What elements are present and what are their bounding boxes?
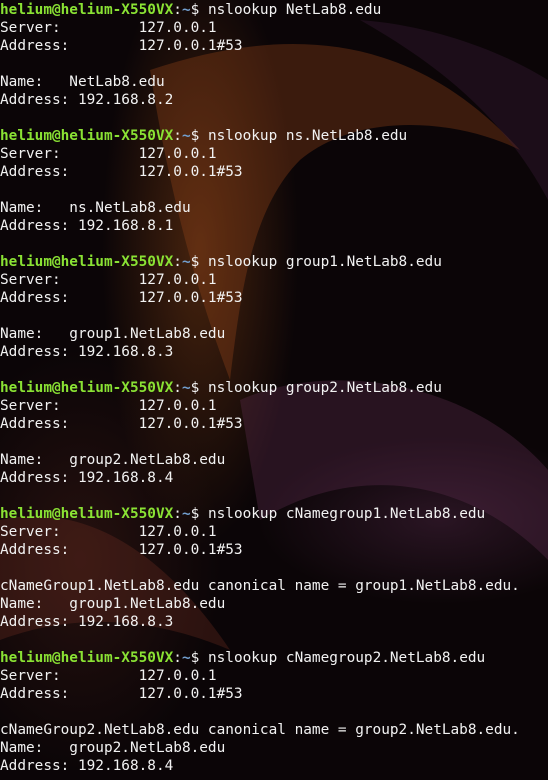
prompt-user-host: helium@helium-X550VX — [0, 506, 174, 522]
prompt-user-host: helium@helium-X550VX — [0, 254, 174, 270]
prompt-path: ~ — [181, 2, 191, 18]
command-prompt-line: helium@helium-X550VX:~$ nslookup cNamegr… — [0, 505, 548, 523]
prompt-separator: : — [173, 254, 182, 270]
prompt-separator: : — [173, 380, 182, 396]
command-prompt-line: helium@helium-X550VX:~$ nslookup cNamegr… — [0, 649, 548, 667]
output-line: Name: group2.NetLab8.edu — [0, 452, 226, 468]
prompt-user-host: helium@helium-X550VX — [0, 128, 174, 144]
output-line: cNameGroup1.NetLab8.edu canonical name =… — [0, 578, 520, 594]
output-line: Name: group1.NetLab8.edu — [0, 596, 226, 612]
output-line: Server: 127.0.0.1 — [0, 272, 217, 288]
output-line: Server: 127.0.0.1 — [0, 146, 217, 162]
prompt-user-host: helium@helium-X550VX — [0, 380, 174, 396]
output-line: Address: 127.0.0.1#53 — [0, 164, 243, 180]
prompt-path: ~ — [181, 650, 191, 666]
output-line: Server: 127.0.0.1 — [0, 20, 217, 36]
output-line: Name: ns.NetLab8.edu — [0, 200, 191, 216]
output-line: Address: 192.168.8.4 — [0, 470, 174, 486]
prompt-separator: : — [173, 650, 182, 666]
output-line: Address: 192.168.8.3 — [0, 344, 174, 360]
command-text: $ nslookup cNamegroup2.NetLab8.edu — [190, 650, 486, 666]
output-line: Server: 127.0.0.1 — [0, 524, 217, 540]
prompt-user-host: helium@helium-X550VX — [0, 2, 174, 18]
output-line: Address: 127.0.0.1#53 — [0, 416, 243, 432]
prompt-path: ~ — [181, 506, 191, 522]
output-line: Name: group2.NetLab8.edu — [0, 740, 226, 756]
output-line: Name: NetLab8.edu — [0, 74, 165, 90]
output-line: Address: 192.168.8.2 — [0, 92, 174, 108]
prompt-separator: : — [173, 506, 182, 522]
output-line: Address: 192.168.8.4 — [0, 758, 174, 774]
prompt-separator: : — [173, 2, 182, 18]
terminal-output: helium@helium-X550VX:~$ nslookup NetLab8… — [0, 1, 548, 775]
command-prompt-line: helium@helium-X550VX:~$ nslookup group2.… — [0, 379, 548, 397]
output-line: Server: 127.0.0.1 — [0, 668, 217, 684]
terminal-window[interactable]: helium@helium-X550VX:~$ nslookup NetLab8… — [0, 0, 548, 780]
prompt-path: ~ — [181, 128, 191, 144]
output-line: cNameGroup2.NetLab8.edu canonical name =… — [0, 722, 520, 738]
output-line: Address: 192.168.8.3 — [0, 614, 174, 630]
output-line: Address: 127.0.0.1#53 — [0, 290, 243, 306]
command-text: $ nslookup NetLab8.edu — [190, 2, 382, 18]
command-prompt-line: helium@helium-X550VX:~$ nslookup ns.NetL… — [0, 127, 548, 145]
prompt-separator: : — [173, 128, 182, 144]
prompt-path: ~ — [181, 380, 191, 396]
prompt-user-host: helium@helium-X550VX — [0, 650, 174, 666]
command-text: $ nslookup group1.NetLab8.edu — [190, 254, 442, 270]
output-line: Address: 127.0.0.1#53 — [0, 686, 243, 702]
command-text: $ nslookup group2.NetLab8.edu — [190, 380, 442, 396]
output-line: Address: 192.168.8.1 — [0, 218, 174, 234]
output-line: Name: group1.NetLab8.edu — [0, 326, 226, 342]
output-line: Address: 127.0.0.1#53 — [0, 542, 243, 558]
command-text: $ nslookup cNamegroup1.NetLab8.edu — [190, 506, 486, 522]
command-prompt-line: helium@helium-X550VX:~$ nslookup group1.… — [0, 253, 548, 271]
output-line: Address: 127.0.0.1#53 — [0, 38, 243, 54]
prompt-path: ~ — [181, 254, 191, 270]
output-line: Server: 127.0.0.1 — [0, 398, 217, 414]
command-text: $ nslookup ns.NetLab8.edu — [190, 128, 408, 144]
command-prompt-line: helium@helium-X550VX:~$ nslookup NetLab8… — [0, 1, 548, 19]
